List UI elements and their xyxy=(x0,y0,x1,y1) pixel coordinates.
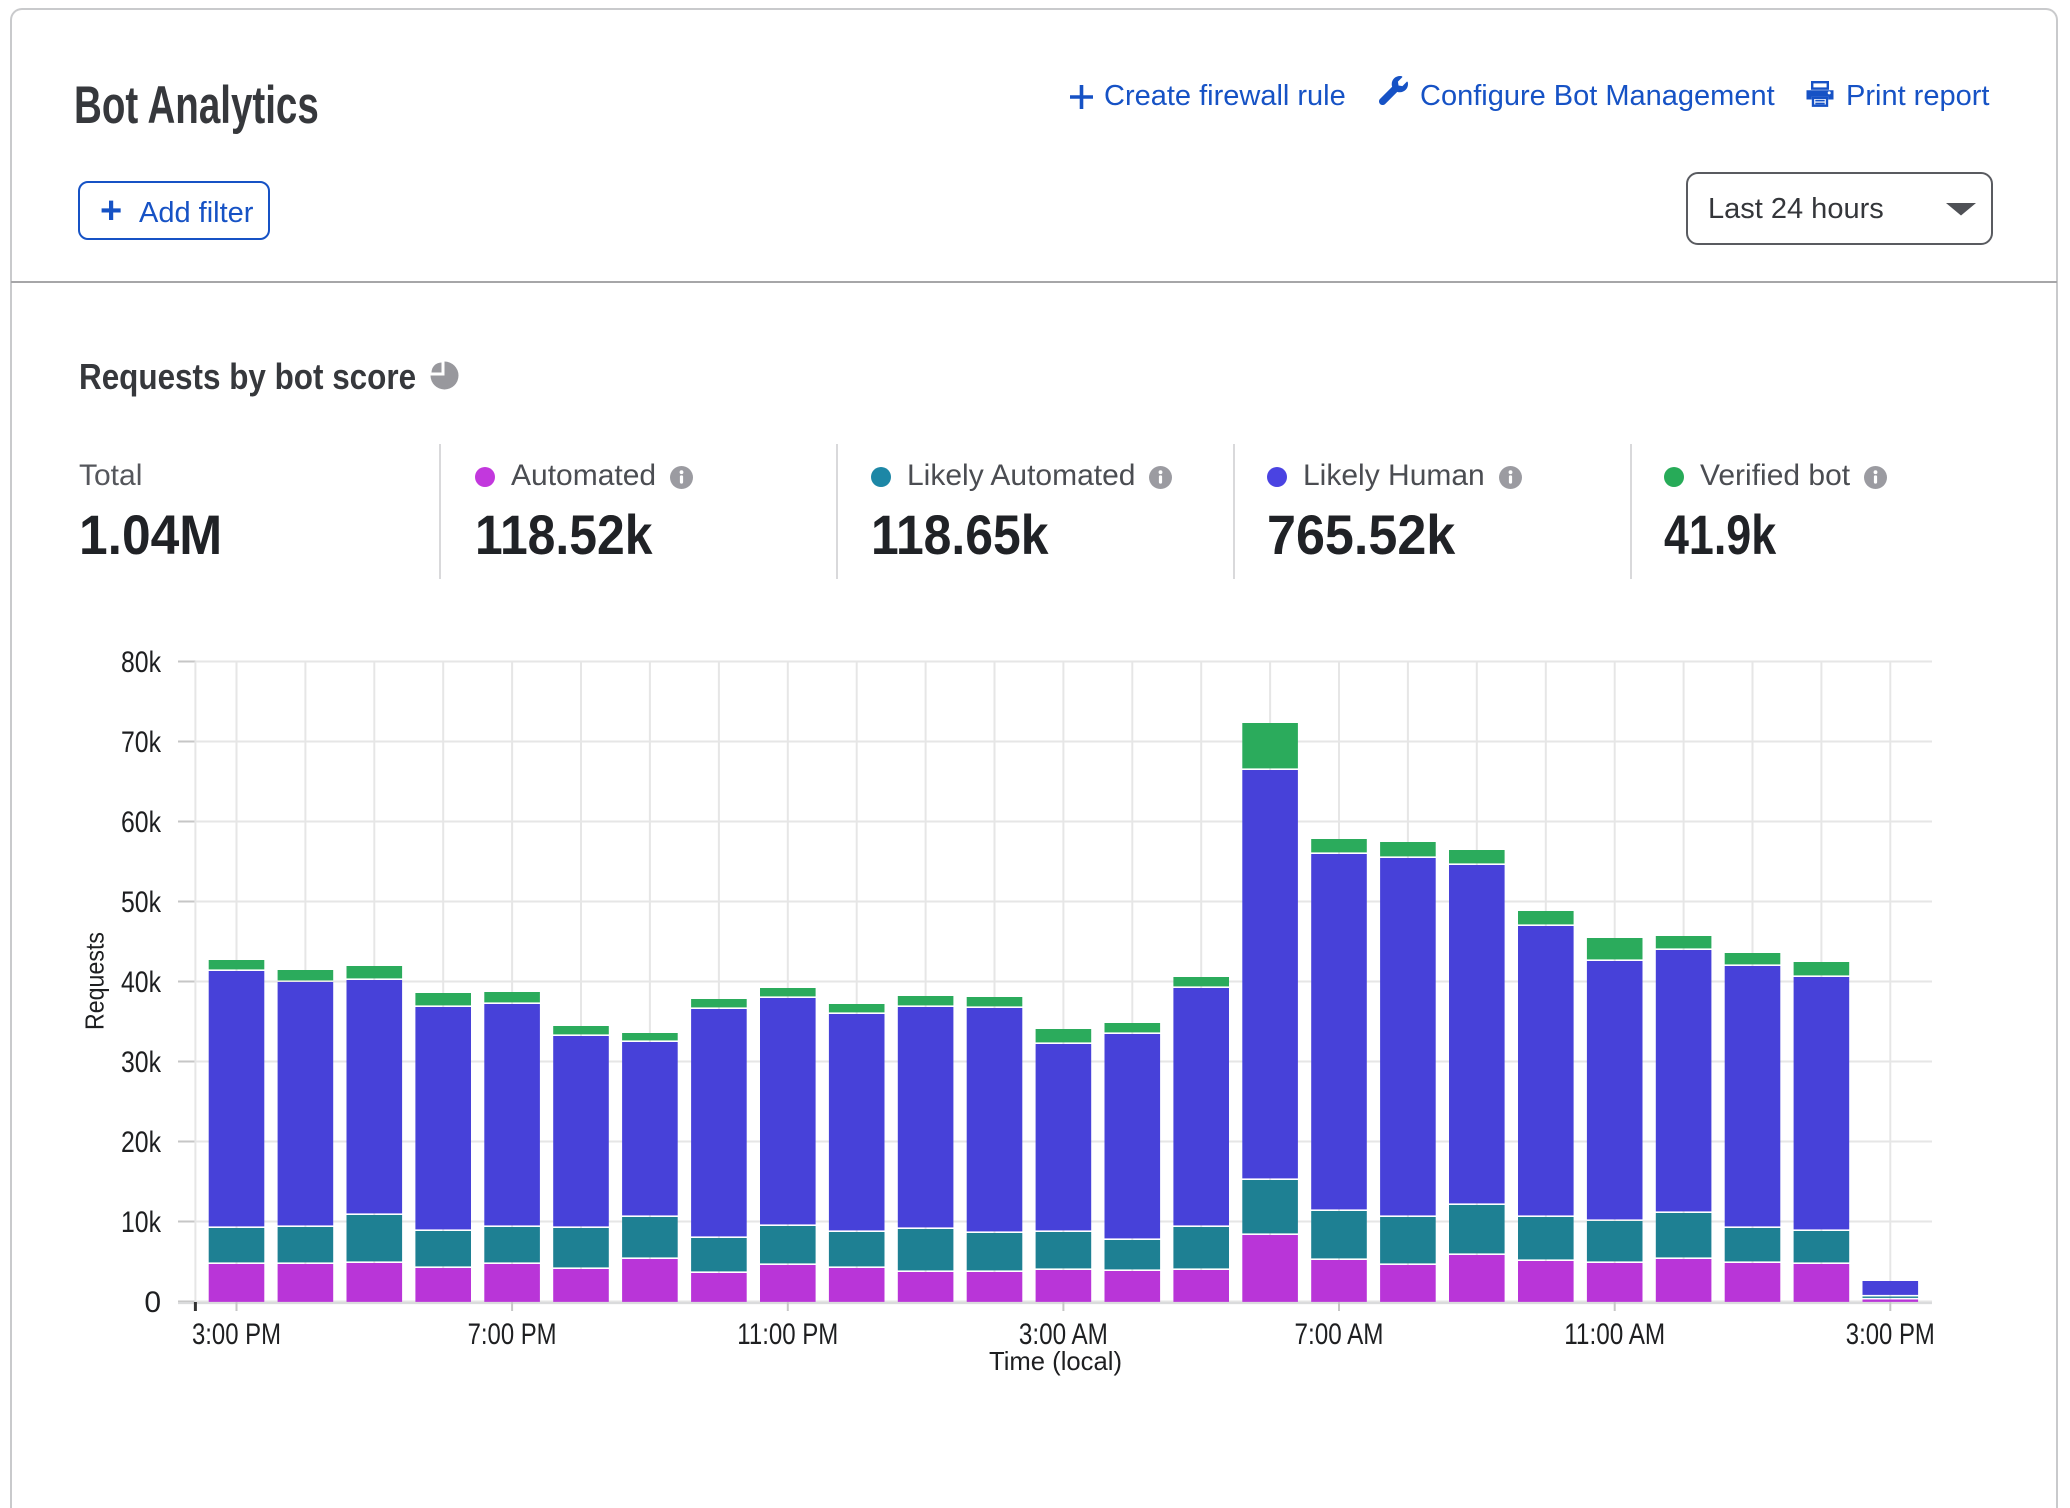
svg-text:7:00 AM: 7:00 AM xyxy=(1295,1318,1384,1351)
svg-text:3:00 PM: 3:00 PM xyxy=(1846,1318,1935,1351)
svg-text:7:00 PM: 7:00 PM xyxy=(468,1318,557,1351)
svg-text:80k: 80k xyxy=(121,646,162,679)
svg-text:3:00 PM: 3:00 PM xyxy=(192,1318,281,1351)
svg-text:Requests: Requests xyxy=(80,932,110,1030)
svg-text:0: 0 xyxy=(144,1286,161,1319)
svg-text:11:00 AM: 11:00 AM xyxy=(1564,1318,1665,1351)
svg-text:Time (local): Time (local) xyxy=(989,1346,1122,1376)
svg-text:30k: 30k xyxy=(121,1046,162,1079)
svg-text:20k: 20k xyxy=(121,1126,162,1159)
svg-text:70k: 70k xyxy=(121,726,162,759)
svg-text:50k: 50k xyxy=(121,886,162,919)
svg-text:60k: 60k xyxy=(121,806,162,839)
svg-text:40k: 40k xyxy=(121,966,162,999)
svg-text:10k: 10k xyxy=(121,1206,162,1239)
svg-text:11:00 PM: 11:00 PM xyxy=(737,1318,838,1351)
